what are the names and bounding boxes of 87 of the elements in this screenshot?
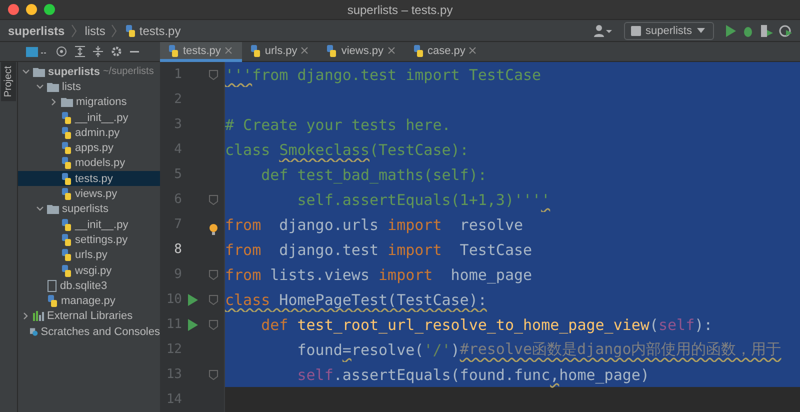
close-icon[interactable]: [224, 47, 232, 54]
python-file-icon: [61, 112, 72, 124]
tree-item[interactable]: views.py: [18, 186, 160, 202]
tree-item[interactable]: tests.py: [18, 171, 160, 186]
lightbulb-icon[interactable]: [209, 224, 218, 235]
python-file-icon: [61, 218, 72, 231]
user-icon[interactable]: [594, 24, 612, 36]
run-icon[interactable]: [188, 294, 198, 306]
fold-icon[interactable]: [208, 320, 218, 330]
database-file-icon: [47, 280, 57, 292]
run-icon[interactable]: [726, 24, 736, 36]
close-icon[interactable]: [301, 47, 308, 54]
tree-item[interactable]: superlists: [18, 202, 160, 217]
run-configuration-dropdown[interactable]: superlists: [624, 22, 714, 40]
fold-icon[interactable]: [208, 70, 218, 80]
folder-icon: [61, 97, 73, 108]
target-icon[interactable]: [56, 46, 67, 57]
folder-icon: [47, 82, 59, 92]
tree-item[interactable]: __init__.py: [18, 216, 160, 232]
folder-icon: [33, 66, 45, 77]
tree-item[interactable]: __init__.py: [18, 110, 160, 126]
tree-item[interactable]: External Libraries: [18, 308, 160, 324]
breadcrumb-item[interactable]: lists: [84, 24, 106, 38]
python-file-icon: [326, 44, 338, 56]
tree-item[interactable]: settings.py: [18, 232, 160, 248]
tree-item[interactable]: superlists ~/superlists: [18, 64, 160, 80]
scratches-icon: [30, 326, 38, 338]
collapse-all-icon[interactable]: [93, 46, 103, 57]
minimize-icon[interactable]: [130, 50, 139, 52]
tree-item[interactable]: lists: [18, 79, 160, 95]
fold-icon[interactable]: [208, 270, 218, 280]
folder-icon: [47, 204, 59, 214]
project-tool-tab[interactable]: Project: [1, 62, 16, 102]
window-title: superlists – tests.py: [347, 2, 453, 16]
coverage-icon[interactable]: [760, 24, 773, 36]
python-file-icon: [61, 234, 72, 246]
path-hint: ~/superlists: [102, 66, 154, 78]
chevron-right-icon: [111, 24, 118, 38]
close-icon[interactable]: [388, 47, 394, 54]
tree-item[interactable]: Scratches and Consoles: [18, 324, 160, 340]
chevron-right-icon[interactable]: [22, 312, 30, 320]
chevron-down-icon[interactable]: [36, 205, 44, 214]
python-file-icon: [61, 172, 72, 185]
python-file-icon: [61, 157, 72, 170]
settings-icon[interactable]: [111, 46, 122, 57]
tree-item[interactable]: migrations: [18, 94, 160, 110]
expand-all-icon[interactable]: [75, 46, 85, 57]
tree-item[interactable]: wsgi.py: [18, 262, 160, 278]
fold-icon[interactable]: [208, 294, 218, 304]
chevron-down-icon[interactable]: [22, 68, 30, 76]
fold-icon[interactable]: [208, 194, 218, 204]
maximize-button[interactable]: [44, 4, 55, 15]
line-number: 8: [173, 242, 182, 257]
caret-icon: [697, 28, 705, 33]
tree-item[interactable]: models.py: [18, 156, 160, 172]
bar-chart-icon: [33, 311, 44, 322]
python-file-icon: [61, 264, 72, 276]
chevron-down-icon[interactable]: [36, 82, 44, 91]
tree-item[interactable]: apps.py: [18, 140, 160, 156]
view-mode-icon[interactable]: [26, 46, 48, 56]
breadcrumb-item[interactable]: tests.py: [125, 24, 181, 38]
editor-tab[interactable]: tests.py: [160, 42, 242, 62]
python-file-icon: [61, 249, 72, 262]
python-file-icon: [168, 44, 179, 56]
editor-tab[interactable]: views.py: [318, 42, 404, 62]
profile-icon[interactable]: [779, 24, 792, 36]
tree-item[interactable]: admin.py: [18, 125, 160, 140]
python-file-icon: [250, 44, 261, 56]
close-icon[interactable]: [469, 47, 476, 54]
python-file-icon: [125, 24, 136, 36]
python-file-icon: [47, 295, 58, 308]
python-file-icon: [412, 44, 424, 56]
editor-tab[interactable]: case.py: [404, 42, 486, 62]
minimize-button[interactable]: [26, 4, 37, 15]
tree-item[interactable]: manage.py: [18, 293, 160, 309]
python-file-icon: [61, 126, 72, 139]
run-icon[interactable]: [188, 318, 198, 330]
chevron-right-icon[interactable]: [50, 98, 58, 106]
python-file-icon: [61, 142, 72, 154]
tree-item[interactable]: db.sqlite3: [18, 278, 160, 294]
editor-tab[interactable]: urls.py: [242, 42, 318, 62]
breadcrumb-item[interactable]: superlists: [8, 24, 65, 38]
chevron-right-icon: [70, 24, 77, 38]
close-button[interactable]: [8, 4, 19, 15]
fold-icon[interactable]: [208, 370, 218, 380]
python-file-icon: [61, 188, 72, 200]
tree-item[interactable]: urls.py: [18, 248, 160, 263]
